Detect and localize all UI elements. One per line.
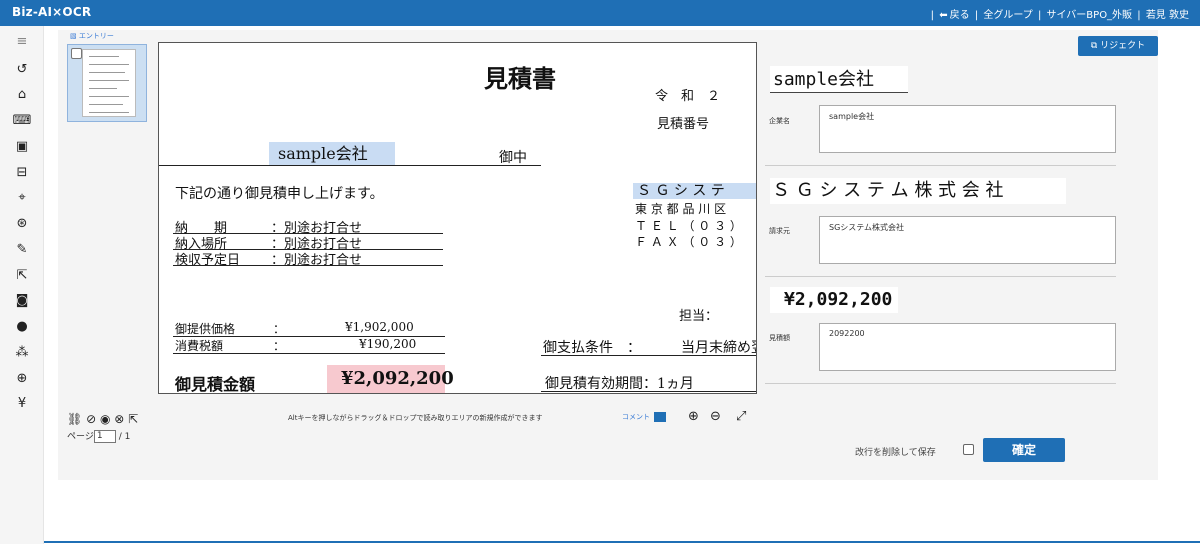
doc-total-value: ¥2,092,200 — [327, 365, 454, 393]
doc-issuer-address: 東 京 都 品 川 区 — [635, 202, 727, 216]
page-thumbnail[interactable] — [67, 44, 147, 122]
page-input[interactable]: 1 — [93, 430, 116, 443]
page-total: / 1 — [118, 432, 131, 442]
user-name[interactable]: 若見 敦史 — [1146, 10, 1189, 21]
doc-intro: 下記の通り御見積申し上げます。 — [175, 186, 384, 202]
scan-icon[interactable]: ⌖ — [12, 188, 32, 208]
sidebar: ≡ ↺ ⌂ ⌨ ▣ ⊟ ⌖ ⊛ ✎ ⇱ ◙ ● ⁂ ⊕ ¥ — [0, 26, 44, 544]
doc-tax-value: ¥190,200 — [359, 337, 417, 351]
unlink-icon[interactable]: ⊘ — [86, 412, 96, 426]
group-link[interactable]: 全グループ — [983, 10, 1032, 21]
company-name-field[interactable]: sample会社 — [819, 105, 1116, 153]
doc-title: 見積書 — [484, 64, 556, 93]
bottom-divider — [44, 541, 1200, 543]
back-arrow-icon[interactable]: ⬅ — [939, 10, 947, 21]
yen-icon[interactable]: ¥ — [12, 394, 32, 414]
doc-tax-underline — [173, 353, 445, 354]
field-label-amount: 見積額 — [769, 334, 790, 342]
doc-validity-underline — [541, 391, 756, 392]
org-link[interactable]: サイバーBPO_外販 — [1047, 10, 1133, 21]
doc-tax-colon: ： — [273, 339, 286, 353]
reject-label: リジェクト — [1100, 41, 1146, 51]
doc-total-label: 御見積金額 — [175, 375, 256, 394]
field-label-issuer: 請求元 — [769, 227, 790, 235]
thumbnail-checkbox[interactable] — [71, 48, 82, 59]
doc-estimate-number-label: 見積番号 — [657, 117, 710, 132]
zoom-in-icon[interactable]: ⊕ — [688, 409, 699, 424]
doc-tax-label: 消費税額 — [175, 339, 224, 353]
layout-icon[interactable]: ⊟ — [12, 163, 32, 183]
doc-issuer-name: Ｓ Ｇ シ ス テ — [633, 183, 756, 199]
doc-price-colon: ： — [273, 322, 286, 336]
thumbnail-image — [82, 49, 136, 117]
field-separator — [765, 383, 1116, 384]
field-separator — [765, 276, 1116, 277]
top-bar: Biz-AI×OCR | ⬅ 戻る | 全グループ | サイバーBPO_外販 | … — [0, 0, 1200, 26]
confirm-button[interactable]: 確定 — [983, 438, 1065, 462]
app-logo: Biz-AI×OCR — [12, 5, 92, 19]
estimate-amount-field[interactable]: 2092200 — [819, 323, 1116, 371]
doc-staff-label: 担当： — [679, 309, 719, 324]
eye-icon[interactable]: ◉ — [100, 412, 110, 426]
globe-icon[interactable]: ⊕ — [12, 369, 32, 389]
headset-icon[interactable]: ↺ — [12, 60, 32, 80]
doc-total-underline — [173, 393, 445, 394]
user-icon[interactable]: ● — [12, 317, 32, 337]
field-image-company: sample会社 — [770, 66, 908, 93]
field-image-amount: ¥2,092,200 — [770, 287, 898, 313]
binoculars-icon[interactable]: ⌂ — [12, 85, 32, 105]
reject-button[interactable]: ⧉ リジェクト — [1078, 36, 1158, 56]
document-viewer[interactable]: 見積書 令 和 ２ 見積番号 sample会社 御中 下記の通り御見積申し上げま… — [158, 42, 757, 394]
keyboard-settings-icon[interactable]: ⌨ — [12, 111, 32, 131]
alert-box-icon[interactable]: ◙ — [12, 291, 32, 311]
doc-fax: Ｆ Ａ Ｘ （ ０ ３ ） — [635, 235, 742, 249]
field-label-company: 企業名 — [769, 117, 790, 125]
field-image-issuer: Ｓ Ｇ シ ス テ ム 株 式 会 社 — [770, 178, 1066, 204]
save-option-label: 改行を削除して保存 — [855, 448, 936, 458]
remove-newline-checkbox[interactable] — [963, 444, 974, 455]
drag-hint: Altキーを押しながらドラッグ＆ドロップで読み取りエリアの新規作成ができます — [288, 414, 543, 422]
issuer-field[interactable]: SGシステム株式会社 — [819, 216, 1116, 264]
doc-payment-underline — [541, 355, 756, 356]
menu-icon[interactable]: ≡ — [12, 32, 32, 52]
page-control: ページ 1 / 1 — [67, 429, 130, 443]
export-icon[interactable]: ⇱ — [12, 266, 32, 286]
doc-client-name: sample会社 — [269, 142, 395, 166]
doc-payment-value: 当月末締め翌 — [681, 340, 757, 356]
viewer-toolbar: ⛓ ⊘ ◉ ⊗ ⇱ — [67, 412, 138, 426]
doc-divider — [159, 165, 541, 166]
export-area-icon[interactable]: ⇱ — [128, 412, 138, 426]
users-icon[interactable]: ⁂ — [12, 343, 32, 363]
comment-icon — [654, 412, 667, 422]
doc-term-underline — [173, 265, 443, 266]
fit-screen-icon[interactable]: ⤢ — [736, 409, 746, 424]
page-label: ページ — [67, 432, 94, 442]
window-icon[interactable]: ▣ — [12, 137, 32, 157]
eye-off-icon[interactable]: ⊗ — [114, 412, 124, 426]
image-settings-icon[interactable]: ⊛ — [12, 214, 32, 234]
top-nav: | ⬅ 戻る | 全グループ | サイバーBPO_外販 | 若見 敦史 — [930, 10, 1189, 21]
link-icon[interactable]: ⛓ — [67, 412, 82, 426]
field-separator — [765, 165, 1116, 166]
doc-validity: 御見積有効期間：1ヵ月 — [545, 376, 694, 392]
edit-check-icon[interactable]: ✎ — [12, 240, 32, 260]
doc-tel: Ｔ Ｅ Ｌ （ ０ ３ ） — [635, 219, 742, 233]
doc-price-value: ¥1,902,000 — [345, 320, 414, 334]
comment-button[interactable]: コメント — [622, 412, 667, 422]
doc-honorific: 御中 — [499, 150, 527, 166]
zoom-out-icon[interactable]: ⊖ — [710, 409, 721, 424]
back-link[interactable]: 戻る — [950, 10, 970, 21]
comment-label: コメント — [622, 413, 650, 421]
doc-era: 令 和 ２ — [655, 89, 721, 104]
entry-tab[interactable]: ▧ エントリー — [70, 31, 114, 41]
doc-price-label: 御提供価格 — [175, 322, 236, 336]
doc-payment-label: 御支払条件 ： — [543, 340, 641, 356]
